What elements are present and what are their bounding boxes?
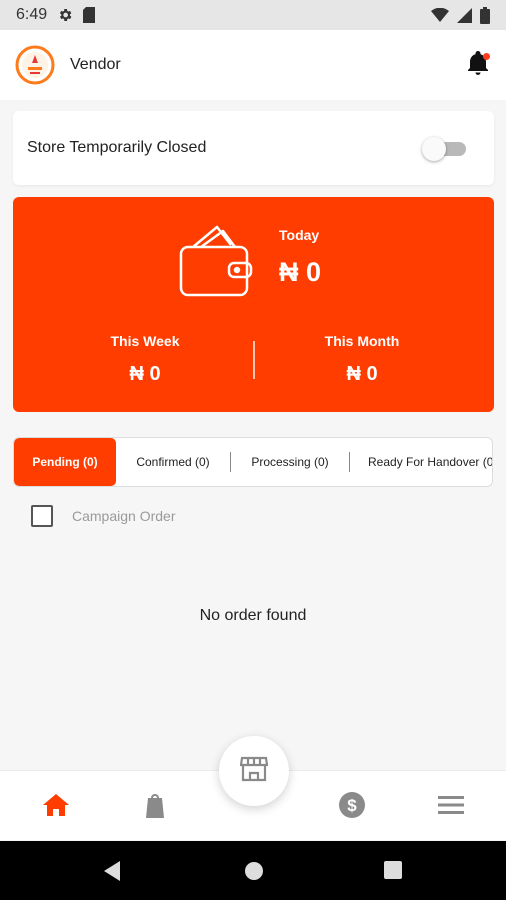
campaign-order-filter[interactable]: Campaign Order: [31, 505, 176, 527]
earnings-divider: [253, 341, 255, 379]
wallet-icon: [179, 219, 253, 302]
notification-dot: [483, 53, 490, 60]
page-title: Vendor: [70, 56, 121, 73]
store-fab-button[interactable]: [219, 736, 289, 806]
month-value: ₦ 0: [346, 363, 378, 385]
nav-wallet[interactable]: $: [338, 791, 366, 823]
menu-icon: [438, 795, 464, 819]
tab-ready-for-handover[interactable]: Ready For Handover (0: [350, 438, 492, 486]
order-status-tabs: Pending (0) Confirmed (0) Processing (0)…: [13, 437, 493, 487]
store-status-label: Store Temporarily Closed: [27, 139, 207, 156]
month-label: This Month: [324, 333, 400, 349]
signal-icon: [457, 7, 472, 23]
earnings-card: Today ₦ 0 This Week ₦ 0 This Month ₦ 0: [13, 197, 494, 412]
home-circle-icon[interactable]: [244, 861, 264, 886]
nav-orders[interactable]: [141, 793, 169, 821]
nav-home[interactable]: [42, 793, 70, 821]
app-header: Vendor: [0, 30, 506, 100]
system-navigation-bar: [0, 841, 506, 900]
svg-text:$: $: [347, 796, 357, 815]
campaign-order-checkbox[interactable]: [31, 505, 53, 527]
wifi-icon: [431, 8, 449, 22]
store-icon: [239, 756, 269, 787]
nav-menu[interactable]: [437, 793, 465, 821]
dollar-icon: $: [339, 791, 365, 823]
shopping-bag-icon: [144, 792, 166, 823]
tab-processing[interactable]: Processing (0): [231, 438, 349, 486]
today-value: ₦ 0: [279, 257, 322, 287]
back-icon[interactable]: [102, 861, 122, 886]
brand-logo: [14, 44, 56, 86]
store-status-card: Store Temporarily Closed: [13, 111, 494, 185]
week-label: This Week: [110, 333, 180, 349]
recents-icon[interactable]: [384, 861, 402, 884]
tab-pending[interactable]: Pending (0): [14, 438, 116, 486]
store-closed-toggle[interactable]: [422, 135, 466, 161]
today-label: Today: [279, 227, 320, 243]
notification-button[interactable]: [464, 50, 492, 79]
empty-state-message: No order found: [199, 607, 307, 624]
sim-card-icon: [83, 7, 96, 23]
toggle-thumb: [422, 137, 446, 161]
campaign-order-label: Campaign Order: [72, 508, 176, 524]
battery-icon: [480, 6, 490, 24]
week-value: ₦ 0: [129, 363, 161, 385]
status-bar: 6:49: [0, 0, 506, 30]
tab-confirmed[interactable]: Confirmed (0): [116, 438, 230, 486]
status-time: 6:49: [16, 6, 48, 23]
home-icon: [43, 793, 69, 821]
settings-icon: [57, 7, 73, 23]
